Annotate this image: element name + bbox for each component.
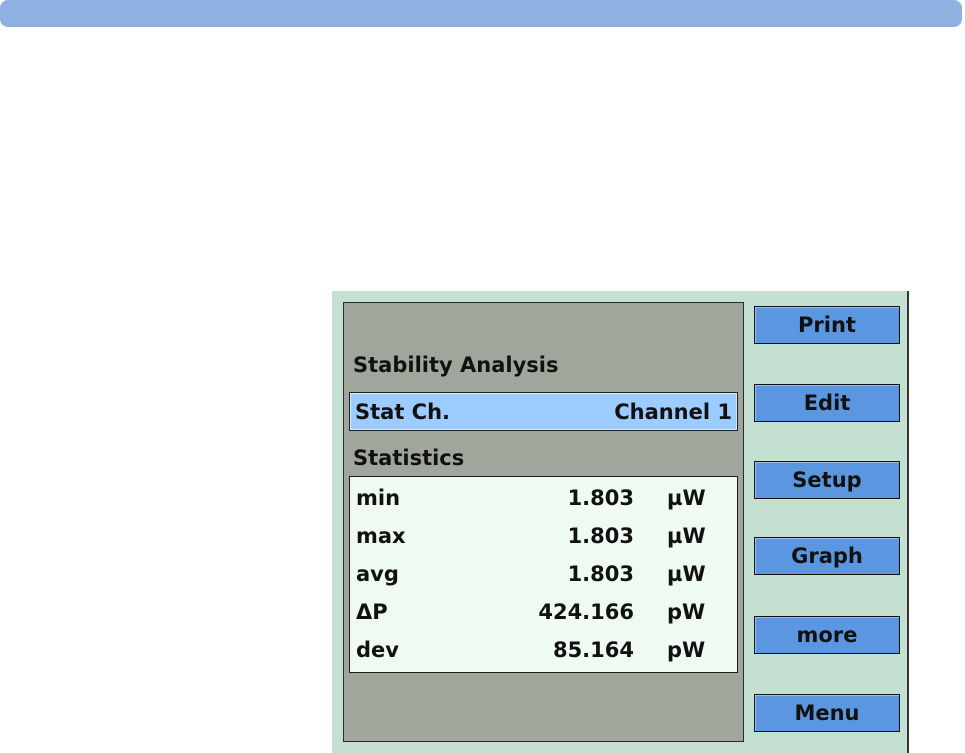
menu-button[interactable]: Menu: [754, 694, 900, 732]
stat-channel-value[interactable]: Channel 1: [614, 400, 732, 424]
stability-analysis-title: Stability Analysis: [353, 353, 559, 377]
stat-unit: µW: [667, 486, 706, 510]
stat-unit: pW: [667, 600, 706, 624]
stat-label: avg: [356, 562, 399, 586]
graph-button[interactable]: Graph: [754, 537, 900, 575]
stat-row-dev: dev 85.164 pW: [350, 633, 737, 669]
setup-button[interactable]: Setup: [754, 461, 900, 499]
top-bar: [0, 0, 962, 27]
stat-row-min: min 1.803 µW: [350, 481, 737, 517]
stat-value: 1.803: [567, 524, 634, 548]
display-area: Stability Analysis Stat Ch. Channel 1 St…: [343, 302, 744, 742]
stat-unit: pW: [667, 638, 706, 662]
stat-label: dev: [356, 638, 399, 662]
edit-button[interactable]: Edit: [754, 384, 900, 422]
statistics-table: min 1.803 µW max 1.803 µW avg 1.803 µW Δ…: [349, 476, 738, 673]
stat-channel-row[interactable]: Stat Ch. Channel 1: [349, 392, 738, 431]
stat-value: 85.164: [552, 638, 634, 662]
stat-unit: µW: [667, 562, 706, 586]
stat-label: max: [356, 524, 406, 548]
stat-value: 1.803: [567, 562, 634, 586]
stat-label: ΔP: [356, 600, 388, 624]
stat-row-avg: avg 1.803 µW: [350, 557, 737, 593]
stat-unit: µW: [667, 524, 706, 548]
stat-value: 424.166: [538, 600, 634, 624]
stat-value: 1.803: [567, 486, 634, 510]
more-button[interactable]: more: [754, 616, 900, 654]
print-button[interactable]: Print: [754, 306, 900, 344]
statistics-title: Statistics: [353, 446, 465, 470]
stat-row-max: max 1.803 µW: [350, 519, 737, 555]
stat-label: min: [356, 486, 401, 510]
stat-row-delta-p: ΔP 424.166 pW: [350, 595, 737, 631]
stat-channel-label: Stat Ch.: [355, 400, 451, 424]
